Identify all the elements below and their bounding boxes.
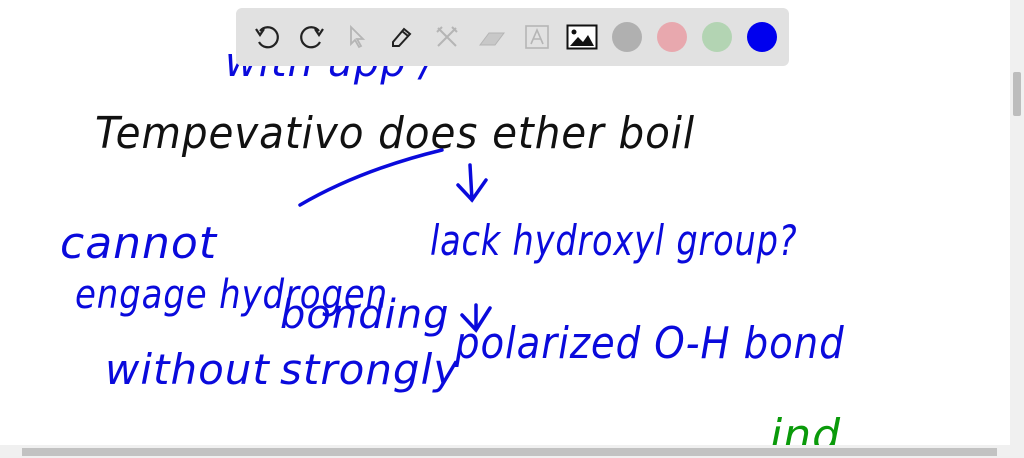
- undo-icon: [254, 26, 279, 49]
- redo-button[interactable]: [293, 19, 330, 56]
- color-green[interactable]: [698, 19, 735, 56]
- image-icon: [566, 24, 597, 50]
- tools-icon: [435, 26, 458, 47]
- text-icon: [524, 25, 549, 49]
- vertical-scrollbar[interactable]: [1010, 0, 1024, 445]
- scroll-corner: [1010, 445, 1024, 458]
- connector-line: [298, 148, 444, 207]
- eraser-icon: [478, 32, 505, 46]
- pen-tool[interactable]: [383, 19, 420, 56]
- handwritten-arrows: [298, 148, 492, 333]
- color-blue[interactable]: [743, 19, 780, 56]
- color-gray[interactable]: [608, 19, 645, 56]
- color-pink[interactable]: [653, 19, 690, 56]
- select-tool[interactable]: [338, 19, 375, 56]
- vertical-scroll-thumb[interactable]: [1013, 72, 1021, 116]
- down-arrow-icon: [456, 163, 488, 203]
- down-arrow-icon: [460, 303, 492, 333]
- redo-icon: [299, 26, 324, 49]
- horizontal-scrollbar[interactable]: [0, 445, 1010, 458]
- image-tool[interactable]: [563, 19, 600, 56]
- drawing-toolbar: [236, 8, 789, 66]
- tools-button[interactable]: [428, 19, 465, 56]
- pen-icon: [391, 27, 411, 47]
- select-icon: [349, 24, 365, 49]
- horizontal-scroll-thumb[interactable]: [22, 448, 997, 456]
- text-tool[interactable]: [518, 19, 555, 56]
- whiteboard-canvas[interactable]: with upp / Tempevativo does ether boil c…: [0, 0, 1010, 445]
- eraser-tool[interactable]: [473, 19, 510, 56]
- undo-button[interactable]: [248, 19, 285, 56]
